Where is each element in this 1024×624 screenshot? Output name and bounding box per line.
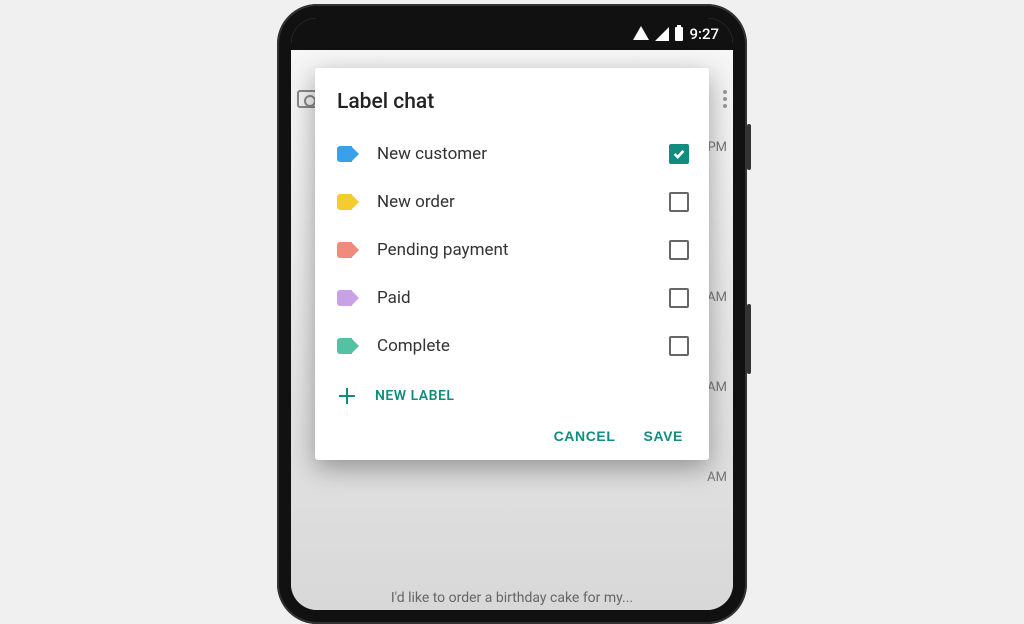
- label-tag-icon: [337, 146, 359, 162]
- chat-time: AM: [707, 380, 727, 395]
- cell-signal-icon: [655, 27, 669, 41]
- label-checkbox[interactable]: [669, 240, 689, 260]
- more-icon: [723, 90, 727, 108]
- label-name: New customer: [377, 144, 651, 164]
- dialog-actions: CANCEL SAVE: [337, 416, 689, 446]
- label-name: Pending payment: [377, 240, 651, 260]
- cancel-button[interactable]: CANCEL: [554, 428, 616, 444]
- dialog-title: Label chat: [337, 90, 689, 114]
- plus-icon: [337, 386, 357, 406]
- label-tag-icon: [337, 290, 359, 306]
- chat-time: AM: [707, 290, 727, 305]
- label-row[interactable]: New order: [337, 178, 689, 226]
- label-row[interactable]: Complete: [337, 322, 689, 370]
- label-tag-icon: [337, 242, 359, 258]
- new-label-button[interactable]: NEW LABEL: [337, 370, 689, 416]
- label-checkbox[interactable]: [669, 288, 689, 308]
- label-tag-icon: [337, 338, 359, 354]
- chat-time: PM: [707, 140, 727, 155]
- label-name: New order: [377, 192, 651, 212]
- label-row[interactable]: Paid: [337, 274, 689, 322]
- wifi-icon: [633, 26, 649, 40]
- label-tag-icon: [337, 194, 359, 210]
- chat-time: AM: [707, 470, 727, 485]
- label-row[interactable]: New customer: [337, 130, 689, 178]
- side-button: [747, 124, 751, 170]
- label-checkbox[interactable]: [669, 336, 689, 356]
- label-row[interactable]: Pending payment: [337, 226, 689, 274]
- screen: 9:27 PM AM AM AM I'd like to order a bir…: [291, 18, 733, 610]
- label-name: Paid: [377, 288, 651, 308]
- battery-icon: [675, 27, 683, 41]
- save-button[interactable]: SAVE: [644, 428, 684, 444]
- chat-preview: I'd like to order a birthday cake for my…: [291, 590, 733, 606]
- side-button: [747, 304, 751, 374]
- label-checkbox[interactable]: [669, 192, 689, 212]
- label-name: Complete: [377, 336, 651, 356]
- new-label-text: NEW LABEL: [375, 388, 454, 404]
- status-bar: 9:27: [291, 18, 733, 50]
- label-chat-dialog: Label chat New customer New order Pending …: [315, 68, 709, 460]
- label-checkbox[interactable]: [669, 144, 689, 164]
- phone-frame: 9:27 PM AM AM AM I'd like to order a bir…: [277, 4, 747, 624]
- clock: 9:27: [689, 25, 719, 43]
